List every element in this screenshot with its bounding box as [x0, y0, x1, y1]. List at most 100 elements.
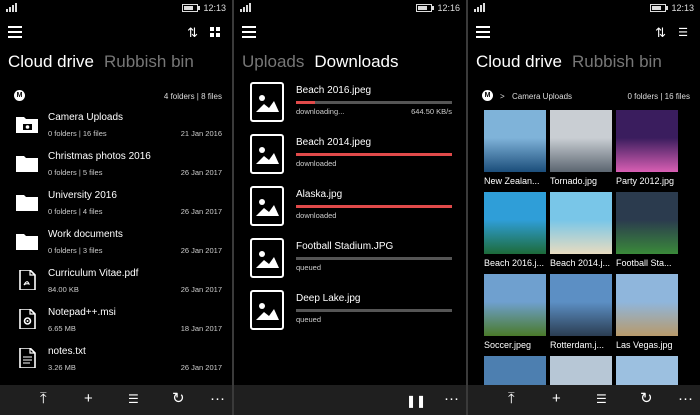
add-icon[interactable]: +: [84, 391, 93, 407]
battery-icon: [182, 4, 200, 12]
item-meta: 0 folders | 5 files: [48, 168, 103, 177]
pdf-file-icon: [16, 269, 38, 291]
tab-uploads[interactable]: Uploads: [242, 52, 304, 71]
photo-thumbnail: [550, 110, 612, 172]
photo-thumbnail: [484, 192, 546, 254]
refresh-icon[interactable]: ↻: [172, 391, 185, 407]
folder-icon: [16, 192, 38, 212]
photo-tile[interactable]: Las Vegas.jpg: [616, 274, 678, 350]
item-meta: 0 folders | 16 files: [48, 129, 107, 138]
photo-tile[interactable]: Football Sta...: [616, 192, 678, 268]
signal-icon: [6, 3, 17, 12]
list-item[interactable]: University 2016 0 folders | 4 files 26 Jan…: [16, 190, 222, 226]
upload-icon[interactable]: ⤒: [40, 391, 47, 407]
hamburger-menu-icon[interactable]: [242, 26, 256, 38]
photo-tile[interactable]: Tornado.jpg: [550, 110, 612, 186]
upload-icon[interactable]: ⤒: [508, 391, 515, 407]
transfer-item[interactable]: Beach 2016.jpeg downloading... 644.50 KB/s: [250, 82, 456, 132]
photo-thumbnail: [550, 192, 612, 254]
transfer-name: Beach 2014.jpeg: [296, 137, 372, 148]
transfer-name: Alaska.jpg: [296, 189, 343, 200]
item-date: 26 Jan 2017: [180, 363, 222, 372]
tab-rubbish-bin[interactable]: Rubbish bin: [104, 52, 194, 71]
breadcrumb-folder[interactable]: Camera Uploads: [512, 92, 572, 101]
list-view-icon[interactable]: ☰: [678, 26, 688, 39]
photo-thumbnail: [484, 110, 546, 172]
folder-icon: [16, 231, 38, 251]
battery-icon: [650, 4, 668, 12]
transfer-item[interactable]: Football Stadium.JPG queued: [250, 238, 456, 288]
photo-thumbnail: [616, 274, 678, 336]
tab-cloud-drive[interactable]: Cloud drive: [8, 52, 94, 71]
more-icon[interactable]: ···: [444, 391, 459, 407]
photo-caption: Las Vegas.jpg: [616, 340, 673, 350]
progress-bar: [296, 153, 452, 156]
image-file-icon: [250, 82, 284, 122]
hamburger-menu-icon[interactable]: [476, 26, 490, 38]
sort-icon[interactable]: ⇅: [187, 25, 198, 41]
status-time: 12:16: [437, 3, 460, 13]
transfer-item[interactable]: Deep Lake.jpg queued: [250, 290, 456, 340]
photo-tile[interactable]: Party 2012.jpg: [616, 110, 678, 186]
mega-icon[interactable]: M: [482, 90, 493, 101]
list-item[interactable]: Work documents 0 folders | 3 files 26 Jan …: [16, 229, 222, 265]
pause-icon[interactable]: ❚❚: [406, 393, 426, 409]
transfer-item[interactable]: Beach 2014.jpeg downloaded: [250, 134, 456, 184]
list-item[interactable]: notes.txt 3.26 MB 26 Jan 2017: [16, 346, 222, 382]
list-item[interactable]: Notepad++.msi 6.65 MB 18 Jan 2017: [16, 307, 222, 343]
image-file-icon: [250, 186, 284, 226]
add-icon[interactable]: +: [552, 391, 561, 407]
tab-cloud-drive[interactable]: Cloud drive: [476, 52, 562, 71]
photo-caption: New Zealan...: [484, 176, 540, 186]
more-icon[interactable]: ···: [210, 391, 225, 407]
camera-uploads-screen: 12:13 ⇅ ☰ Cloud drive Rubbish bin M > Cam…: [468, 0, 700, 415]
battery-icon: [416, 4, 434, 12]
transfer-item[interactable]: Alaska.jpg downloaded: [250, 186, 456, 236]
list-item[interactable]: Camera Uploads 0 folders | 16 files 21 Jan…: [16, 112, 222, 148]
progress-bar: [296, 205, 452, 208]
bottom-app-bar: ❚❚ ···: [234, 385, 466, 415]
bottom-app-bar: ⤒ + ☰ ↻ ···: [0, 385, 232, 415]
photo-tile[interactable]: Rotterdam.j...: [550, 274, 612, 350]
photo-thumbnail: [484, 274, 546, 336]
photo-caption: Party 2012.jpg: [616, 176, 675, 186]
photo-thumbnail: [550, 274, 612, 336]
photo-tile[interactable]: Beach 2014.j...: [550, 192, 612, 268]
folder-file-count: 0 folders | 16 files: [627, 92, 690, 101]
transfer-name: Football Stadium.JPG: [296, 241, 394, 252]
photo-tile[interactable]: Beach 2016.j...: [484, 192, 546, 268]
item-name: Notepad++.msi: [48, 307, 116, 318]
list-item[interactable]: Curriculum Vitae.pdf 84.00 KB 26 Jan 2017: [16, 268, 222, 304]
installer-file-icon: [16, 308, 38, 330]
tab-rubbish-bin[interactable]: Rubbish bin: [572, 52, 662, 71]
tab-downloads[interactable]: Downloads: [314, 52, 398, 71]
mega-icon[interactable]: M: [14, 90, 25, 101]
list-item[interactable]: Christmas photos 2016 0 folders | 5 files…: [16, 151, 222, 187]
progress-bar: [296, 309, 452, 312]
item-name: Camera Uploads: [48, 112, 124, 123]
refresh-icon[interactable]: ↻: [640, 391, 653, 407]
transfer-name: Deep Lake.jpg: [296, 293, 361, 304]
status-time: 12:13: [203, 3, 226, 13]
item-date: 26 Jan 2017: [180, 246, 222, 255]
grid-view-icon[interactable]: [210, 27, 220, 37]
multiselect-icon[interactable]: ☰: [596, 391, 607, 407]
sort-icon[interactable]: ⇅: [655, 25, 666, 41]
hamburger-menu-icon[interactable]: [8, 26, 22, 38]
item-name: Curriculum Vitae.pdf: [48, 268, 139, 279]
photo-caption: Tornado.jpg: [550, 176, 598, 186]
image-file-icon: [250, 290, 284, 330]
transfer-status: queued: [296, 263, 322, 272]
signal-icon: [474, 3, 485, 12]
transfers-screen: 12:16 Uploads Downloads Beach 2016.jpeg do…: [234, 0, 466, 415]
transfer-status: queued: [296, 315, 322, 324]
status-bar: 12:16: [234, 0, 466, 15]
photo-tile[interactable]: Soccer.jpeg: [484, 274, 546, 350]
photo-caption: Football Sta...: [616, 258, 672, 268]
transfer-name: Beach 2016.jpeg: [296, 85, 372, 96]
item-date: 26 Jan 2017: [180, 207, 222, 216]
more-icon[interactable]: ···: [678, 391, 693, 407]
photo-caption: Soccer.jpeg: [484, 340, 532, 350]
photo-tile[interactable]: New Zealan...: [484, 110, 546, 186]
multiselect-icon[interactable]: ☰: [128, 391, 139, 407]
